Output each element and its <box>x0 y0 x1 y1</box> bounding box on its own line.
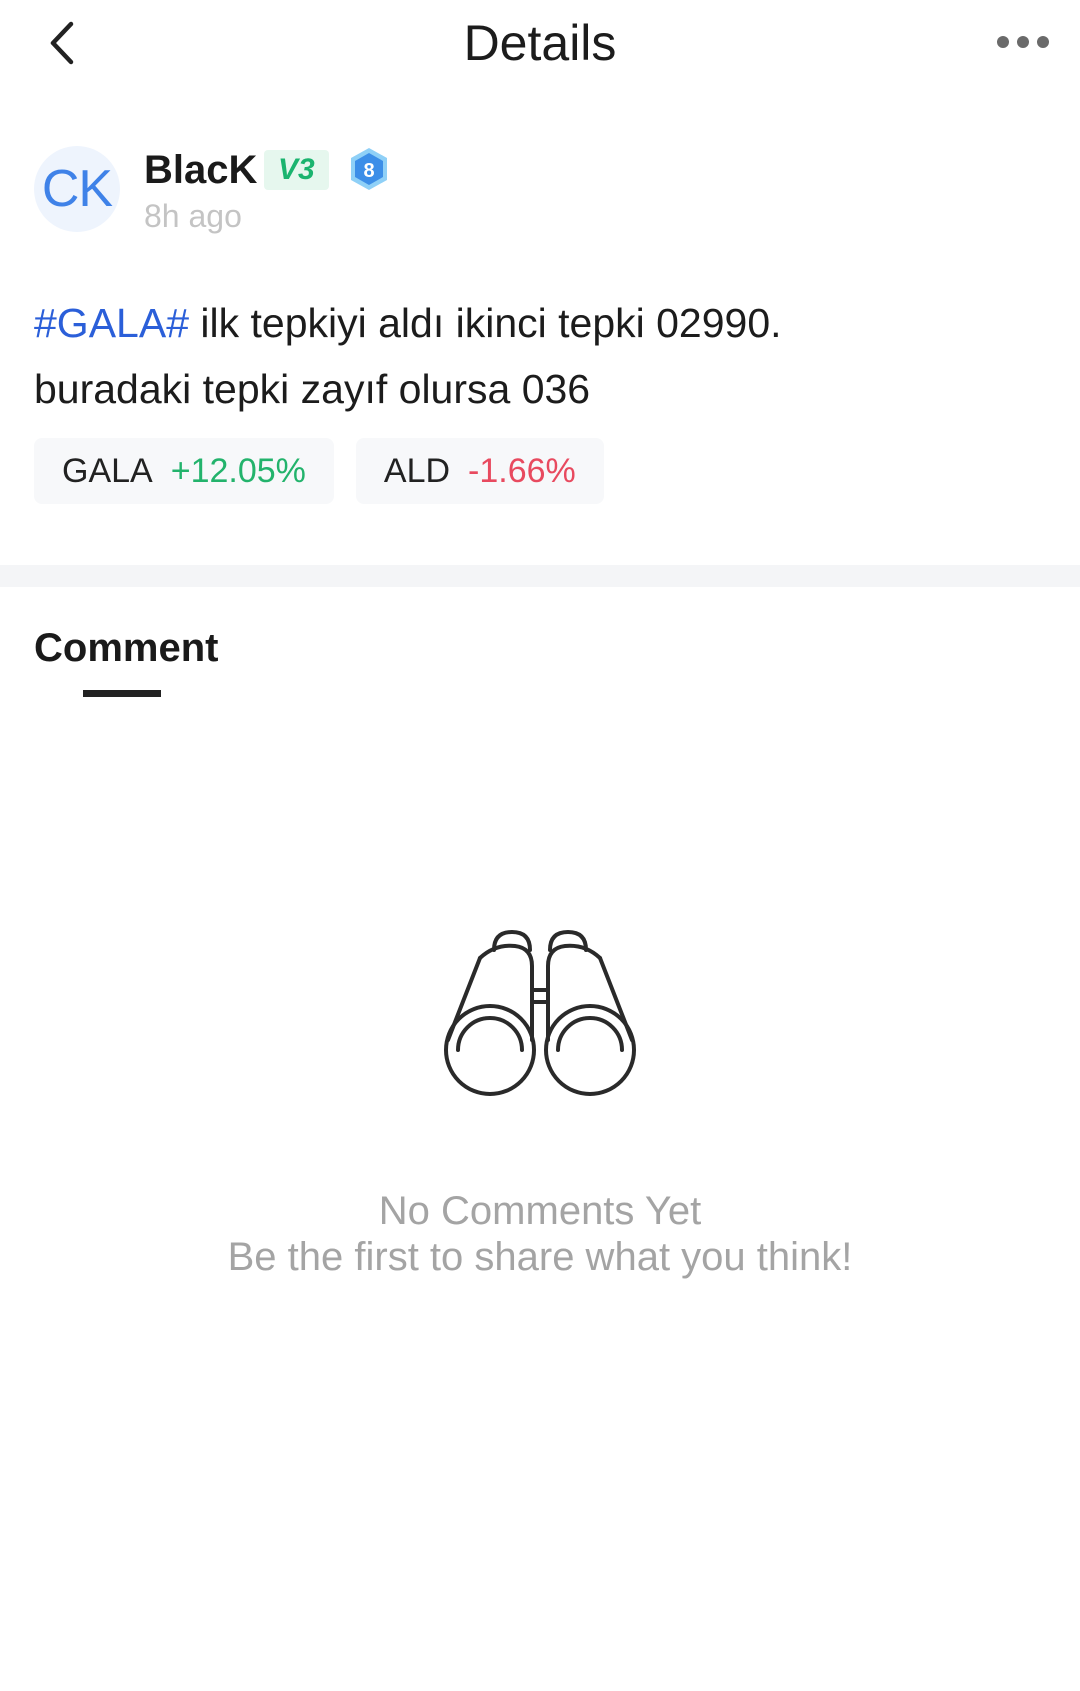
post-time: 8h ago <box>144 198 242 234</box>
avatar[interactable]: CK <box>34 146 120 232</box>
tab-underline <box>83 690 161 697</box>
empty-state: No Comments Yet Be the first to share wh… <box>0 1188 1080 1280</box>
empty-title: No Comments Yet <box>378 1189 702 1233</box>
post-text-line2: buradaki tepki zayıf olursa 036 <box>34 366 591 412</box>
post-text-line1: ilk tepkiyi aldı ikinci tepki 02990. <box>189 300 782 346</box>
post-content: #GALA# ilk tepkiyi aldı ikinci tepki 029… <box>34 290 1044 422</box>
more-button[interactable] <box>988 24 1058 60</box>
author-name[interactable]: BlacK <box>144 146 257 194</box>
tab-comment[interactable]: Comment <box>34 620 218 676</box>
chevron-left-icon <box>50 21 74 65</box>
ticker-chip-ald[interactable]: ALD -1.66% <box>355 438 604 504</box>
ticker-change: -1.66% <box>468 451 576 490</box>
vip-badge: V3 <box>264 150 329 190</box>
hashtag-link[interactable]: #GALA# <box>34 300 189 346</box>
more-horizontal-icon <box>997 36 1009 48</box>
header: Details <box>0 0 1080 90</box>
binoculars-icon <box>444 930 636 1096</box>
level-number: 8 <box>363 160 374 182</box>
section-divider <box>0 565 1080 587</box>
ticker-list: GALA +12.05% ALD -1.66% <box>34 438 604 504</box>
ticker-chip-gala[interactable]: GALA +12.05% <box>34 438 334 504</box>
level-badge-icon: 8 <box>351 148 387 190</box>
author-row: CK BlacK V3 8 8h ago <box>34 146 934 242</box>
page-title: Details <box>463 15 617 71</box>
ticker-change: +12.05% <box>170 451 306 490</box>
empty-subtitle: Be the first to share what you think! <box>227 1235 853 1279</box>
ticker-symbol: GALA <box>62 451 153 490</box>
ticker-symbol: ALD <box>383 451 451 490</box>
back-button[interactable] <box>34 12 90 74</box>
more-dot <box>1017 36 1029 48</box>
more-dot <box>1037 36 1049 48</box>
